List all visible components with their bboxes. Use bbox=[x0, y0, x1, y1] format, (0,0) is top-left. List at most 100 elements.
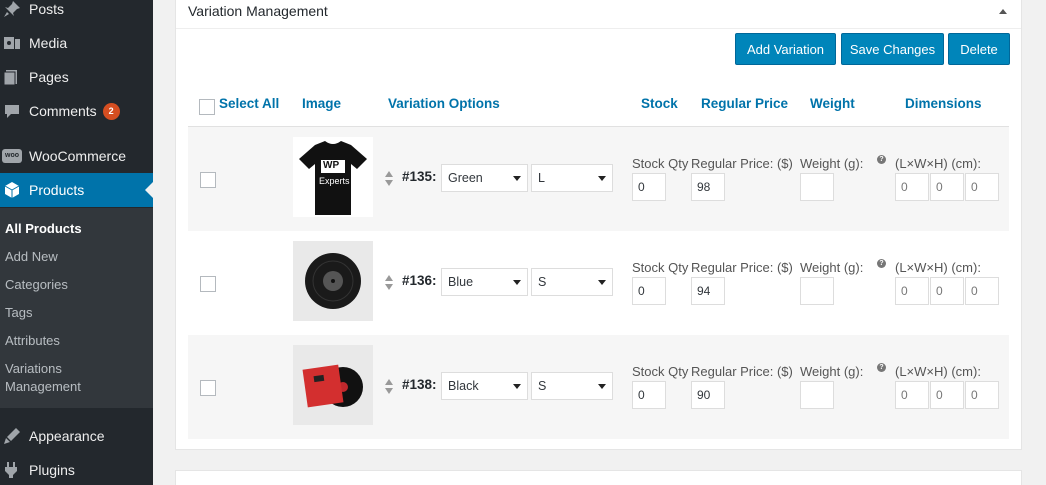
submenu-variations-management[interactable]: Variations bbox=[5, 361, 62, 376]
menu-label: Posts bbox=[29, 1, 65, 17]
variation-image-vinyl[interactable] bbox=[293, 241, 373, 321]
menu-item-media[interactable]: Media bbox=[0, 26, 153, 60]
dimensions-label: (L×W×H) (cm): bbox=[895, 156, 981, 171]
sort-handle-icon[interactable] bbox=[384, 274, 394, 292]
color-select[interactable]: Blue bbox=[441, 268, 528, 296]
weight-input[interactable] bbox=[800, 381, 834, 409]
products-icon bbox=[2, 180, 22, 200]
pages-icon bbox=[2, 67, 22, 87]
weight-label: Weight (g): bbox=[800, 260, 864, 275]
woocommerce-icon: woo bbox=[2, 146, 22, 166]
weight-input[interactable] bbox=[800, 277, 834, 305]
size-select[interactable]: L bbox=[531, 164, 613, 192]
select-all-label[interactable]: Select All bbox=[219, 96, 279, 111]
variation-id: #135: bbox=[402, 169, 437, 184]
submenu-categories[interactable]: Categories bbox=[5, 277, 68, 292]
menu-label: Plugins bbox=[29, 462, 75, 478]
size-select[interactable]: S bbox=[531, 372, 613, 400]
regular-price-label: Regular Price: ($) bbox=[691, 260, 793, 275]
width-input[interactable]: 0 bbox=[930, 381, 964, 409]
comments-icon bbox=[2, 101, 22, 121]
menu-item-comments[interactable]: Comments 2 bbox=[0, 94, 153, 128]
submenu-variations-management-line2[interactable]: Management bbox=[5, 379, 81, 394]
height-input[interactable]: 0 bbox=[965, 173, 999, 201]
products-submenu: All Products Add New Categories Tags Att… bbox=[0, 208, 153, 408]
variation-image-album[interactable] bbox=[293, 345, 373, 425]
stock-qty-input[interactable]: 0 bbox=[632, 277, 666, 305]
menu-label: Media bbox=[29, 35, 68, 51]
regular-price-input[interactable]: 90 bbox=[691, 381, 725, 409]
submenu-add-new[interactable]: Add New bbox=[5, 249, 58, 264]
submenu-attributes[interactable]: Attributes bbox=[5, 333, 60, 348]
pin-icon bbox=[2, 0, 22, 19]
width-input[interactable]: 0 bbox=[930, 173, 964, 201]
length-input[interactable]: 0 bbox=[895, 173, 929, 201]
weight-input[interactable] bbox=[800, 173, 834, 201]
length-input[interactable]: 0 bbox=[895, 277, 929, 305]
width-input[interactable]: 0 bbox=[930, 277, 964, 305]
stock-qty-input[interactable]: 0 bbox=[632, 381, 666, 409]
variation-id: #136: bbox=[402, 273, 437, 288]
appearance-icon bbox=[2, 426, 22, 446]
weight-label: Weight (g): bbox=[800, 156, 864, 171]
column-weight: Weight bbox=[810, 96, 855, 111]
sort-handle-icon[interactable] bbox=[384, 170, 394, 188]
help-icon[interactable]: ? bbox=[877, 259, 886, 268]
comments-count-badge: 2 bbox=[102, 102, 120, 120]
panel-header[interactable]: Variation Management bbox=[176, 0, 1021, 29]
regular-price-input[interactable]: 94 bbox=[691, 277, 725, 305]
admin-sidebar: Posts Media Pages Comments 2 woo WooComm… bbox=[0, 0, 153, 485]
sort-handle-icon[interactable] bbox=[384, 378, 394, 396]
collapse-arrow-icon[interactable] bbox=[999, 9, 1007, 14]
stock-qty-input[interactable]: 0 bbox=[632, 173, 666, 201]
menu-item-products[interactable]: Products bbox=[0, 173, 153, 207]
regular-price-input[interactable]: 98 bbox=[691, 173, 725, 201]
chevron-down-icon bbox=[598, 176, 606, 181]
weight-label: Weight (g): bbox=[800, 364, 864, 379]
delete-button[interactable]: Delete bbox=[948, 33, 1010, 65]
menu-label: Comments bbox=[29, 103, 97, 119]
add-variation-button[interactable]: Add Variation bbox=[735, 33, 836, 65]
menu-label: WooCommerce bbox=[29, 148, 126, 164]
help-icon[interactable]: ? bbox=[877, 363, 886, 372]
row-checkbox[interactable] bbox=[200, 172, 216, 188]
variation-row: #138: Black S Stock Qty 0 Regular Price:… bbox=[188, 335, 1009, 439]
stock-qty-label: Stock Qty bbox=[632, 364, 689, 379]
submenu-tags[interactable]: Tags bbox=[5, 305, 32, 320]
menu-item-woocommerce[interactable]: woo WooCommerce bbox=[0, 139, 153, 173]
menu-label: Products bbox=[29, 182, 85, 198]
size-select[interactable]: S bbox=[531, 268, 613, 296]
column-dimensions: Dimensions bbox=[905, 96, 982, 111]
save-changes-button[interactable]: Save Changes bbox=[841, 33, 944, 65]
row-checkbox[interactable] bbox=[200, 380, 216, 396]
chevron-down-icon bbox=[513, 384, 521, 389]
height-input[interactable]: 0 bbox=[965, 381, 999, 409]
chevron-down-icon bbox=[513, 280, 521, 285]
regular-price-label: Regular Price: ($) bbox=[691, 156, 793, 171]
plugins-icon bbox=[2, 460, 22, 480]
height-input[interactable]: 0 bbox=[965, 277, 999, 305]
chevron-down-icon bbox=[598, 384, 606, 389]
variation-row: #136: Blue S Stock Qty 0 Regular Price: … bbox=[188, 231, 1009, 335]
menu-item-pages[interactable]: Pages bbox=[0, 60, 153, 94]
select-all-checkbox[interactable] bbox=[199, 99, 215, 115]
stock-qty-label: Stock Qty bbox=[632, 156, 689, 171]
menu-label: Appearance bbox=[29, 428, 105, 444]
color-select[interactable]: Green bbox=[441, 164, 528, 192]
color-select[interactable]: Black bbox=[441, 372, 528, 400]
variation-image-tshirt[interactable]: WP Experts bbox=[293, 137, 373, 217]
panel-title: Variation Management bbox=[188, 3, 328, 19]
menu-item-posts[interactable]: Posts bbox=[0, 0, 153, 26]
length-input[interactable]: 0 bbox=[895, 381, 929, 409]
submenu-all-products[interactable]: All Products bbox=[5, 221, 82, 236]
menu-item-appearance[interactable]: Appearance bbox=[0, 419, 153, 453]
stock-qty-label: Stock Qty bbox=[632, 260, 689, 275]
column-image: Image bbox=[302, 96, 342, 111]
chevron-down-icon bbox=[513, 176, 521, 181]
menu-item-plugins[interactable]: Plugins bbox=[0, 453, 153, 485]
variation-management-panel: Variation Management Add Variation Save … bbox=[175, 0, 1022, 450]
row-checkbox[interactable] bbox=[200, 276, 216, 292]
help-icon[interactable]: ? bbox=[877, 155, 886, 164]
variation-id: #138: bbox=[402, 377, 437, 392]
column-variation-options: Variation Options bbox=[388, 96, 500, 111]
